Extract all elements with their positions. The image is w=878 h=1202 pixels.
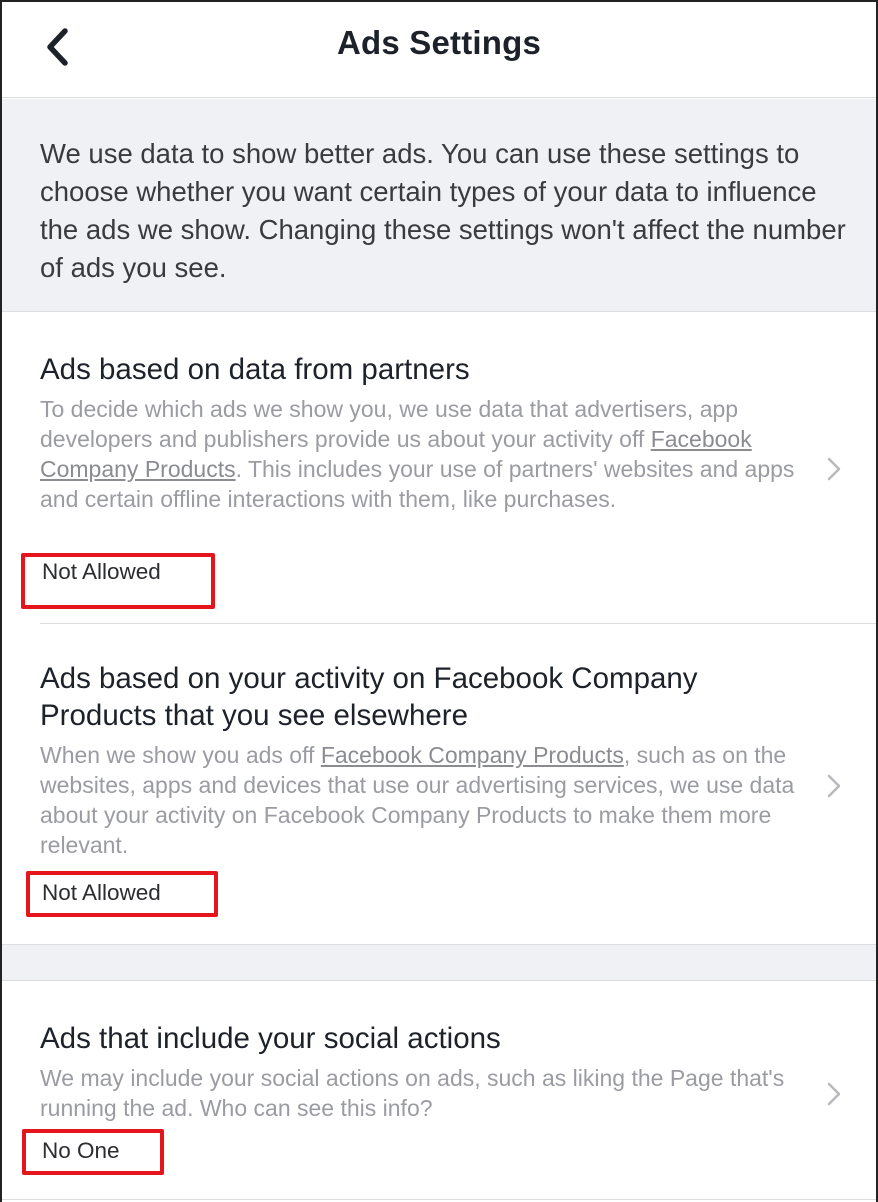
setting-description-text: We may include your social actions on ad… — [40, 1065, 785, 1121]
chevron-right-icon — [827, 774, 841, 798]
setting-row-social-actions[interactable]: Ads that include your social actions We … — [2, 982, 876, 1202]
setting-status: No One — [42, 1138, 120, 1163]
setting-description: To decide which ads we show you, we use … — [40, 394, 796, 514]
setting-description-text: When we show you ads off — [40, 742, 321, 768]
setting-title: Ads that include your social actions — [40, 1022, 501, 1055]
chevron-right-icon — [827, 1082, 841, 1106]
setting-status: Not Allowed — [42, 559, 161, 584]
intro-section: We use data to show better ads. You can … — [2, 99, 876, 312]
intro-text: We use data to show better ads. You can … — [40, 138, 846, 283]
facebook-company-products-link[interactable]: Facebook Company Products — [321, 742, 624, 768]
page-title: Ads Settings — [336, 24, 542, 61]
setting-status: Not Allowed — [42, 880, 161, 905]
divider — [2, 1199, 876, 1200]
nav-header: Ads Settings — [2, 2, 876, 98]
setting-row-partners-data[interactable]: Ads based on data from partners To decid… — [2, 313, 876, 623]
setting-description: When we show you ads off Facebook Compan… — [40, 740, 796, 860]
setting-description: We may include your social actions on ad… — [40, 1063, 796, 1123]
section-gap — [2, 944, 876, 981]
setting-description-text: To decide which ads we show you, we use … — [40, 396, 739, 452]
setting-row-activity-elsewhere[interactable]: Ads based on your activity on Facebook C… — [2, 624, 876, 944]
setting-title: Ads based on your activity on Facebook C… — [40, 662, 698, 732]
setting-title: Ads based on data from partners — [40, 353, 470, 386]
ads-settings-screen: Ads Settings We use data to show better … — [0, 0, 878, 1202]
chevron-right-icon — [827, 457, 841, 481]
